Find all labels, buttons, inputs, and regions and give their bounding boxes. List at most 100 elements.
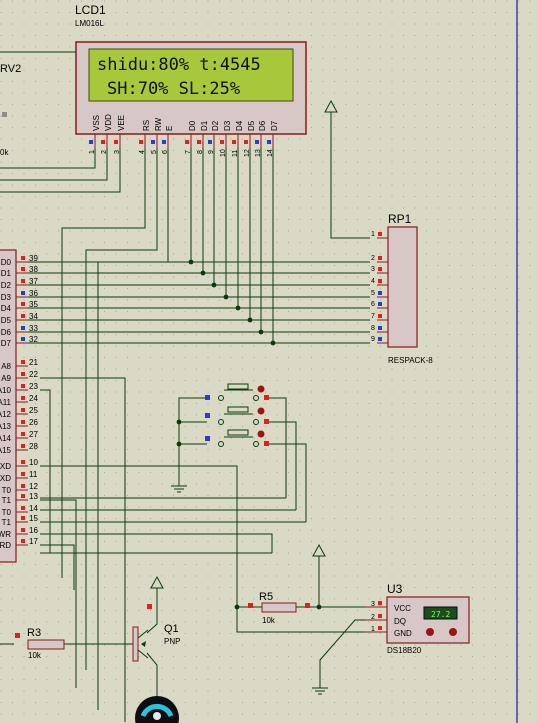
mcu-pin-number: 21	[29, 358, 38, 367]
mcu-pin-name: A9	[1, 374, 11, 383]
mcu-pin-marker	[21, 472, 25, 476]
pin-num: 8	[197, 150, 204, 154]
mcu-pin-marker	[21, 326, 25, 330]
mcu-pin-name: D0	[1, 258, 12, 267]
pin-num: 11	[232, 150, 239, 157]
pin-num: 4	[139, 150, 146, 154]
mcu-pin-marker	[21, 506, 25, 510]
mcu-pin-number: 15	[29, 514, 38, 523]
mcu-pin-marker	[21, 384, 25, 388]
pin-num: 7	[371, 313, 375, 320]
mcu-pin-marker	[21, 337, 25, 341]
mcu-pin-number: 23	[29, 382, 38, 391]
mcu-pin-name: T0	[2, 486, 12, 495]
mcu-pin-marker	[21, 420, 25, 424]
pin-num: 2	[101, 150, 108, 154]
pin-name-d3: D3	[223, 120, 232, 131]
pin-name-rw: RW	[154, 117, 163, 131]
rv2-ref: RV2	[0, 63, 21, 75]
mcu-pin-marker	[21, 279, 25, 283]
mcu-pin-name: A11	[0, 398, 12, 407]
mcu-pin-marker	[21, 408, 25, 412]
mcu-pin-number: 34	[29, 312, 38, 321]
u3-pin-gnd: GND	[394, 629, 412, 638]
q1-ref: Q1	[164, 623, 179, 635]
mcu-pin-number: 14	[29, 504, 38, 513]
mcu-pin-marker	[21, 267, 25, 271]
mcu-pin-number: 36	[29, 289, 38, 298]
mcu-pin-name: T1	[2, 496, 12, 505]
pin-num: 13	[255, 149, 262, 157]
mcu-pin-number: 39	[29, 254, 38, 263]
pin-name-vdd: VDD	[104, 114, 113, 131]
u3-part: DS18B20	[387, 646, 422, 655]
pin-num: 7	[185, 150, 192, 154]
pin-name-vee: VEE	[117, 115, 126, 131]
mcu-pin-name: D6	[1, 328, 12, 337]
schematic-canvas[interactable]: LCD1 LM016L shidu:80% t:4545 SH:70% SL:2…	[0, 0, 538, 723]
pin-num: 4	[371, 278, 375, 285]
pin-num: 2	[371, 255, 375, 262]
pin-num: 6	[371, 301, 375, 308]
pin-num: 1	[371, 626, 375, 633]
r3-value: 10k	[28, 651, 42, 660]
lcd-line-2: SH:70% SL:25%	[107, 79, 240, 99]
mcu-pin-number: 22	[29, 370, 38, 379]
pin-name-d1: D1	[200, 120, 209, 131]
u3-temp-readout: 27.2	[431, 610, 450, 619]
mcu-pin-name: XD	[0, 462, 11, 471]
mcu-pin-marker	[21, 396, 25, 400]
pin-name-vss: VSS	[92, 115, 101, 131]
r5-value: 10k	[262, 616, 276, 625]
mcu-pin-name: A10	[0, 386, 12, 395]
pin-num: 3	[371, 601, 375, 608]
mcu-pin-number: 25	[29, 406, 38, 415]
mcu-pin-marker	[21, 460, 25, 464]
mcu-pin-name: A8	[1, 362, 11, 371]
mcu-pin-marker	[21, 539, 25, 543]
pin-name-d0: D0	[188, 120, 197, 131]
pin-num: 14	[267, 149, 274, 157]
mcu-pin-name: T1	[2, 518, 12, 527]
r3-ref: R3	[27, 627, 41, 639]
pin-num: 1	[371, 231, 375, 238]
rv2-pin	[2, 112, 7, 117]
mcu-pin-name: D4	[1, 304, 12, 313]
pin-name-rs: RS	[142, 120, 151, 131]
pin-num: 5	[151, 150, 158, 154]
mcu-pin-number: 38	[29, 265, 38, 274]
mcu-pin-number: 37	[29, 277, 38, 286]
mcu-pin-number: 24	[29, 394, 38, 403]
mcu-pin-number: 11	[29, 470, 38, 479]
pin-num: 12	[244, 149, 251, 157]
mcu-pin-name: D7	[1, 339, 12, 348]
mcu-pin-name: D2	[1, 281, 12, 290]
mcu-pin-number: 26	[29, 418, 38, 427]
pin-num: 2	[371, 614, 375, 621]
u3-pin-vcc: VCC	[394, 604, 411, 613]
mcu-pin-name: A14	[0, 434, 12, 443]
pin-num: 5	[371, 290, 375, 297]
mcu-pin-marker	[21, 444, 25, 448]
pin-num: 9	[208, 150, 215, 154]
mcu-pin-number: 35	[29, 300, 38, 309]
mcu-pin-name: A12	[0, 410, 12, 419]
mcu-pin-number: 12	[29, 482, 38, 491]
mcu-pin-name: D3	[1, 293, 12, 302]
mcu-pin-number: 16	[29, 526, 38, 535]
mcu-pin-marker	[21, 302, 25, 306]
mcu-pin-name: T0	[2, 508, 12, 517]
mcu-pin-marker	[21, 528, 25, 532]
mcu-pin-marker	[21, 256, 25, 260]
mcu-pin-name: XD	[0, 474, 11, 483]
mcu-pin-marker	[21, 360, 25, 364]
pin-num: 8	[371, 325, 375, 332]
mcu-pin-marker	[21, 494, 25, 498]
mcu-pin-marker	[21, 314, 25, 318]
pin-num: 3	[114, 150, 121, 154]
mcu-pin-number: 32	[29, 335, 38, 344]
mcu-pin-name: D5	[1, 316, 12, 325]
pin-num: 6	[162, 150, 169, 154]
rp1-ref: RP1	[388, 212, 412, 226]
q1-type: PNP	[164, 637, 180, 646]
